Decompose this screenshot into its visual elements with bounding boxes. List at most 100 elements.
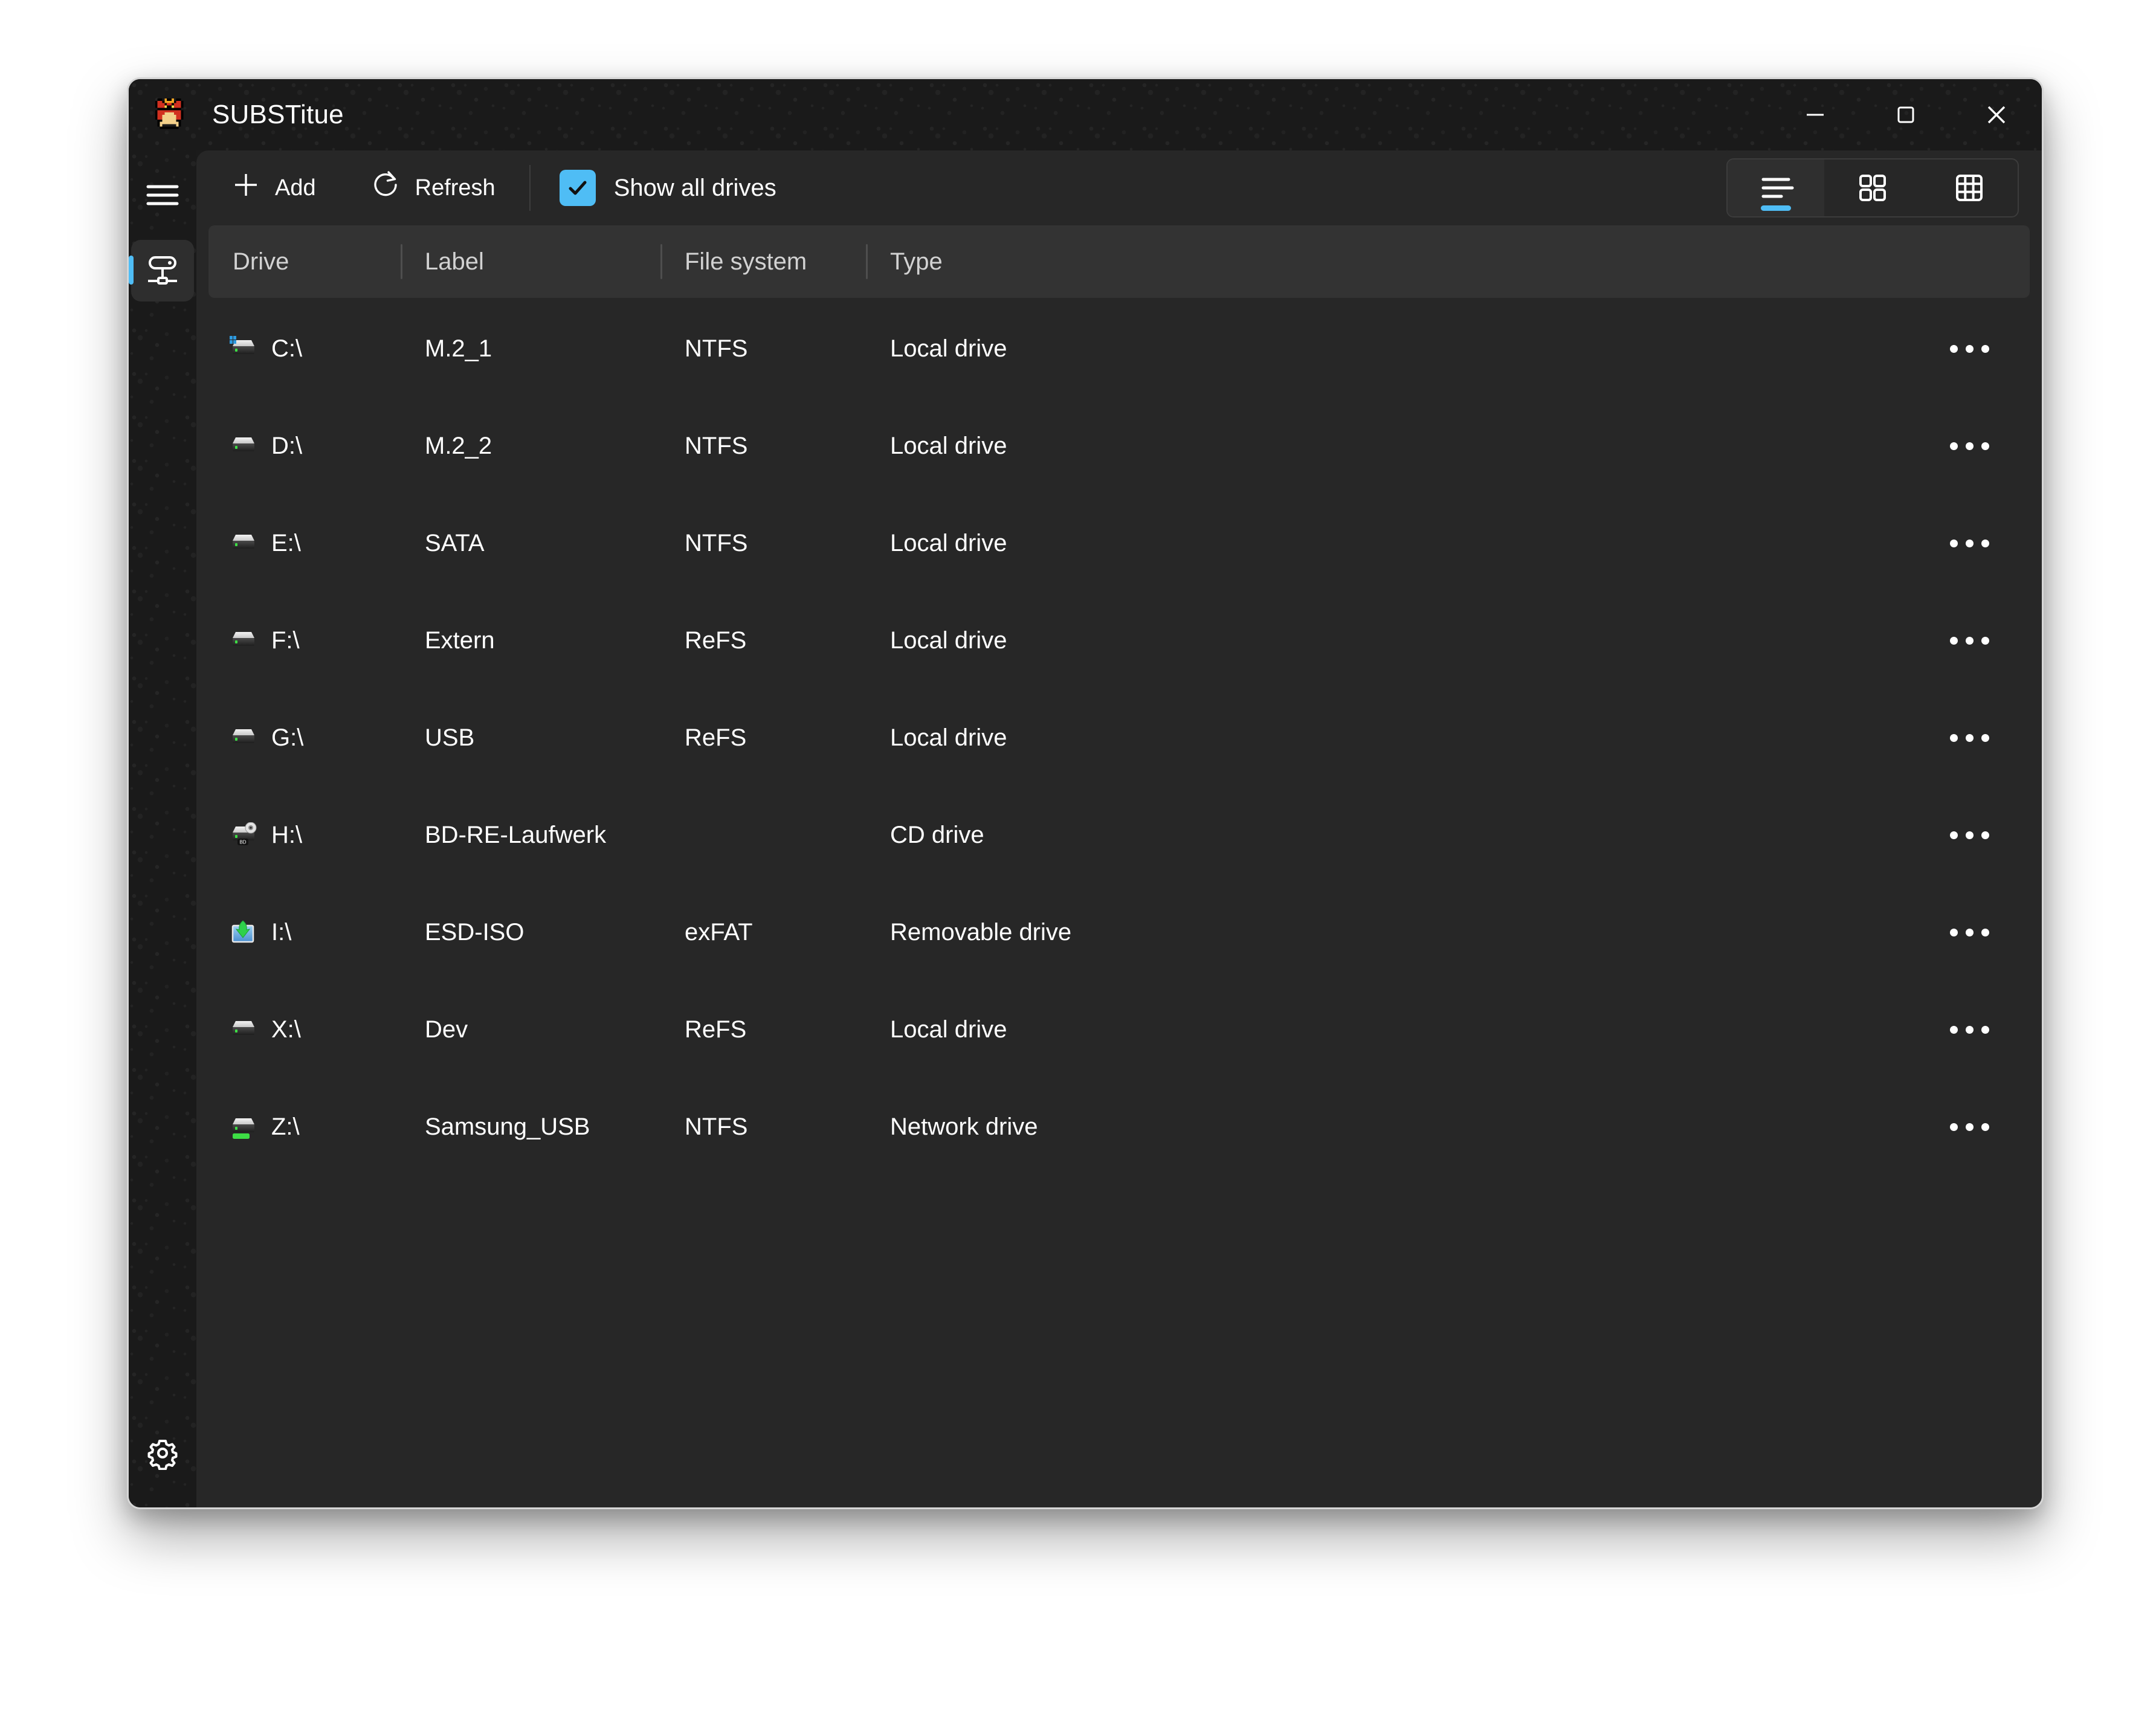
drives-server-icon	[145, 255, 180, 286]
refresh-icon	[369, 169, 402, 207]
cell-drive-label: Z:\	[271, 1113, 300, 1141]
more-options-icon[interactable]	[1909, 787, 2030, 884]
column-header-drive[interactable]: Drive	[208, 225, 401, 298]
table-row[interactable]: G:\USBReFSLocal drive	[208, 689, 2030, 787]
cell-type: CD drive	[866, 787, 1909, 884]
cell-type: Removable drive	[866, 884, 1909, 981]
cell-drive: F:\	[208, 592, 401, 689]
content-panel: Add Refresh	[196, 150, 2042, 1507]
refresh-button-label: Refresh	[415, 175, 495, 201]
cell-drive-label: E:\	[271, 530, 301, 557]
table-row[interactable]: D:\ M.2_2NTFSLocal drive	[208, 398, 2030, 495]
svg-text:BD: BD	[239, 839, 246, 845]
cell-drive-label: I:\	[271, 919, 291, 946]
cell-filesystem: ReFS	[660, 981, 866, 1078]
cell-label: Dev	[401, 981, 660, 1078]
show-all-drives-checkbox[interactable]	[560, 170, 596, 206]
table-row[interactable]: F:\ExternReFSLocal drive	[208, 592, 2030, 689]
cell-drive: E:\	[208, 495, 401, 592]
grid-view-button[interactable]	[1824, 160, 1921, 216]
table-row[interactable]: X:\ DevReFSLocal drive	[208, 981, 2030, 1078]
drive-optical-bd-icon: BD	[229, 822, 258, 849]
drive-icon	[229, 530, 258, 557]
cell-drive-label: D:\	[271, 433, 302, 460]
column-header-drive-label: Drive	[233, 248, 289, 276]
cell-drive: X:\	[208, 981, 401, 1078]
more-options-icon[interactable]	[1909, 884, 2030, 981]
table-row[interactable]: I:\ ESD-ISOexFATRemovable drive	[208, 884, 2030, 981]
title-bar[interactable]: SUBSTitue	[129, 79, 2042, 150]
cell-label: BD-RE-Laufwerk	[401, 787, 660, 884]
cell-label: ESD-ISO	[401, 884, 660, 981]
close-icon[interactable]	[1951, 79, 2042, 150]
hamburger-menu-icon[interactable]	[135, 167, 190, 223]
grid-icon	[1856, 171, 1890, 205]
more-options-icon[interactable]	[1909, 300, 2030, 398]
table-header-row: Drive Label File system Type	[208, 225, 2030, 298]
cell-drive-label: H:\	[271, 822, 302, 849]
gear-icon[interactable]	[135, 1425, 190, 1481]
more-options-icon[interactable]	[1909, 398, 2030, 495]
table-view-button[interactable]	[1921, 160, 2018, 216]
column-header-filesystem[interactable]: File system	[660, 225, 866, 298]
column-header-filesystem-label: File system	[685, 248, 807, 276]
drive-icon	[229, 433, 258, 460]
drive-mounted-iso-icon	[229, 920, 258, 946]
column-header-type[interactable]: Type	[866, 225, 1909, 298]
show-all-drives-label: Show all drives	[614, 175, 776, 202]
cell-drive-label: C:\	[271, 335, 302, 362]
table-icon	[1952, 171, 1986, 205]
more-options-icon[interactable]	[1909, 495, 2030, 592]
desktop-background: SUBSTitue	[0, 0, 2156, 1711]
cell-type: Network drive	[866, 1078, 1909, 1176]
column-divider	[660, 244, 662, 279]
cell-drive: BD H:\	[208, 787, 401, 884]
window-controls	[1770, 79, 2042, 150]
toolbar: Add Refresh	[196, 150, 2042, 225]
add-button-label: Add	[275, 175, 316, 201]
cell-filesystem: NTFS	[660, 495, 866, 592]
drive-icon	[229, 725, 258, 752]
cell-filesystem: NTFS	[660, 398, 866, 495]
table-row[interactable]: Z:\ Samsung_USBNTFSNetwork drive	[208, 1078, 2030, 1176]
cell-label: M.2_1	[401, 300, 660, 398]
cell-drive: C:\	[208, 300, 401, 398]
more-options-icon[interactable]	[1909, 981, 2030, 1078]
cell-label: SATA	[401, 495, 660, 592]
table-row[interactable]: C:\M.2_1NTFSLocal drive	[208, 300, 2030, 398]
add-button[interactable]: Add	[215, 163, 332, 213]
more-options-icon[interactable]	[1909, 1078, 2030, 1176]
minimize-icon[interactable]	[1770, 79, 1861, 150]
sidebar	[129, 150, 196, 1507]
cell-label: M.2_2	[401, 398, 660, 495]
table-row[interactable]: E:\ SATANTFSLocal drive	[208, 495, 2030, 592]
window-body: Add Refresh	[129, 150, 2042, 1507]
cell-filesystem: exFAT	[660, 884, 866, 981]
table-row[interactable]: BD H:\BD-RE-LaufwerkCD drive	[208, 787, 2030, 884]
more-options-icon[interactable]	[1909, 592, 2030, 689]
dragon-pixel-icon	[150, 96, 188, 134]
cell-filesystem: NTFS	[660, 1078, 866, 1176]
cell-label: Samsung_USB	[401, 1078, 660, 1176]
refresh-button[interactable]: Refresh	[353, 163, 511, 213]
toolbar-divider	[529, 165, 531, 211]
column-header-label-text: Label	[425, 248, 484, 276]
sidebar-item-drives[interactable]	[131, 240, 194, 301]
list-view-button[interactable]	[1728, 160, 1824, 216]
cell-drive-label: X:\	[271, 1016, 301, 1043]
column-header-actions	[1909, 225, 2030, 298]
column-header-label[interactable]: Label	[401, 225, 660, 298]
cell-drive-label: G:\	[271, 724, 303, 752]
cell-filesystem: ReFS	[660, 689, 866, 787]
maximize-icon[interactable]	[1861, 79, 1951, 150]
column-divider	[401, 244, 402, 279]
cell-type: Local drive	[866, 300, 1909, 398]
cell-type: Local drive	[866, 981, 1909, 1078]
more-options-icon[interactable]	[1909, 689, 2030, 787]
window-title: SUBSTitue	[212, 100, 344, 130]
cell-type: Local drive	[866, 495, 1909, 592]
drive-windows-icon	[229, 336, 258, 362]
cell-type: Local drive	[866, 398, 1909, 495]
show-all-drives-toggle[interactable]: Show all drives	[551, 163, 785, 213]
cell-type: Local drive	[866, 689, 1909, 787]
